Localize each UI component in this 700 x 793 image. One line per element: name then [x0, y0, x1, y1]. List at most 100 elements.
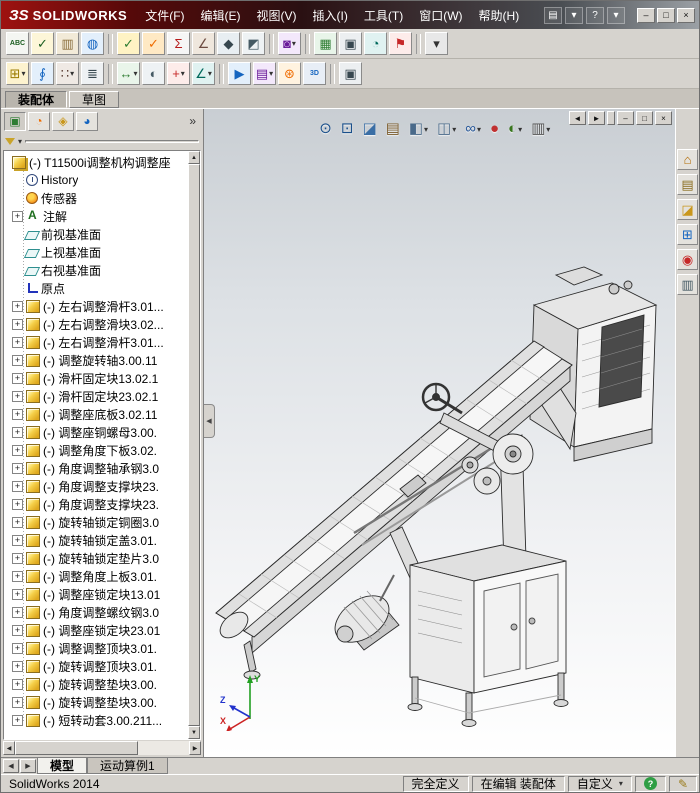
- expand-toggle[interactable]: +: [12, 426, 23, 438]
- expand-toggle[interactable]: +: [12, 696, 23, 708]
- expand-toggle[interactable]: +: [12, 210, 23, 222]
- expand-toggle[interactable]: +: [12, 678, 23, 690]
- expand-toggle[interactable]: +: [12, 606, 23, 618]
- zoom-to-area-button[interactable]: ⊡ ▾: [339, 119, 356, 139]
- exploded-view-button[interactable]: ⊛ ▾: [278, 62, 301, 85]
- dropdown-arrow-icon[interactable]: ▾: [21, 69, 25, 78]
- tree-item[interactable]: + 原点: [6, 279, 187, 297]
- help-menu-button[interactable]: ?: [586, 6, 604, 24]
- dropdown-arrow-icon[interactable]: ▾: [292, 39, 296, 48]
- tab-scroll-left-button[interactable]: ◀: [3, 759, 19, 773]
- measure-button[interactable]: ∠ ▾: [192, 32, 215, 55]
- dropdown-arrow-icon[interactable]: ▾: [208, 69, 212, 78]
- help-segment[interactable]: ?: [634, 775, 666, 792]
- compare-documents-button[interactable]: ▥ ▾: [56, 32, 79, 55]
- previous-document-button[interactable]: ◄: [569, 111, 586, 125]
- tree-item[interactable]: + (-) 调整角度上板3.01.: [6, 567, 187, 585]
- reference-geometry-button[interactable]: ∠ ▾: [192, 62, 215, 85]
- show-hidden-components-button[interactable]: ◐ ▾: [142, 62, 165, 85]
- tree-item[interactable]: + (-) 调整座锁定块13.01: [6, 585, 187, 603]
- toolbar-separator[interactable]: ▾: [330, 63, 335, 84]
- commandmanager-tab[interactable]: 装配体: [5, 91, 68, 108]
- new-window-button[interactable]: ▣ ▾: [339, 32, 362, 55]
- toolbar-separator[interactable]: ▾: [219, 63, 224, 84]
- expand-toggle[interactable]: +: [12, 336, 23, 348]
- assembly-features-button[interactable]: + ▾: [167, 62, 190, 85]
- 3d-content-central-button[interactable]: ◍ ▾: [81, 32, 104, 55]
- units-dropdown[interactable]: 自定义 ▾: [567, 775, 632, 792]
- check-feature-button[interactable]: ✓ ▾: [142, 32, 165, 55]
- view-orientation-button[interactable]: ◧ ▾: [407, 119, 430, 139]
- spacer[interactable]: [607, 111, 615, 125]
- tree-item[interactable]: + (-) 调整座锁定块23.01: [6, 621, 187, 639]
- expand-toggle[interactable]: +: [12, 534, 23, 546]
- propertymanager-tab[interactable]: ◔: [28, 111, 50, 131]
- mass-properties-button[interactable]: ◆ ▾: [217, 32, 240, 55]
- insert-components-button[interactable]: ⊞ ▾: [6, 62, 29, 85]
- doc-minimize-button[interactable]: –: [617, 111, 634, 125]
- scroll-down-icon[interactable]: ▼: [188, 726, 200, 739]
- panel-splitter-groove[interactable]: [25, 140, 199, 143]
- expand-toggle[interactable]: +: [12, 642, 23, 654]
- expand-toggle[interactable]: +: [12, 552, 23, 564]
- toolbar-separator[interactable]: ▾: [416, 33, 421, 54]
- expand-toggle[interactable]: +: [12, 408, 23, 420]
- equations-button[interactable]: Σ ▾: [167, 32, 190, 55]
- menu-item[interactable]: 帮助(H): [471, 1, 528, 29]
- large-assembly-mode-button[interactable]: ▣ ▾: [339, 62, 362, 85]
- minimize-button[interactable]: –: [637, 7, 655, 23]
- menu-item[interactable]: 窗口(W): [411, 1, 470, 29]
- task-pane-home-button[interactable]: ⌂: [677, 149, 698, 170]
- tree-item[interactable]: + History: [6, 171, 187, 189]
- toolbar-separator[interactable]: ▾: [269, 33, 274, 54]
- tree-vertical-scrollbar[interactable]: ▲ ▼: [188, 151, 200, 739]
- move-component-button[interactable]: ↔ ▾: [117, 62, 140, 85]
- hide-show-items-button[interactable]: ∞ ▾: [463, 119, 483, 139]
- section-properties-button[interactable]: ◩ ▾: [242, 32, 265, 55]
- scrollbar-thumb[interactable]: [15, 741, 138, 755]
- tree-item[interactable]: + (-) 调整角度下板3.02.: [6, 441, 187, 459]
- dropdown-arrow-icon[interactable]: ▾: [546, 125, 550, 134]
- dropdown-arrow-icon[interactable]: ▾: [452, 125, 456, 134]
- tree-item[interactable]: + (-) 旋转轴锁定盖3.01.: [6, 531, 187, 549]
- dropdown-arrow-icon[interactable]: ▾: [518, 125, 522, 134]
- help-dropdown[interactable]: ▾: [607, 6, 625, 24]
- dropdown-arrow-icon[interactable]: ▾: [181, 69, 185, 78]
- scroll-up-icon[interactable]: ▲: [188, 151, 200, 164]
- tab-scroll-right-button[interactable]: ▶: [20, 759, 36, 773]
- tree-item[interactable]: + (-) 滑杆固定块23.02.1: [6, 387, 187, 405]
- scroll-left-icon[interactable]: ◀: [3, 741, 15, 755]
- spell-check-button[interactable]: ABC ▾: [6, 32, 29, 55]
- tree-item[interactable]: + (-) 调整旋转轴3.00.11: [6, 351, 187, 369]
- tree-item[interactable]: + (-) 角度调整轴承钢3.0: [6, 459, 187, 477]
- displaymanager-tab[interactable]: ◕: [76, 111, 98, 131]
- expand-toggle[interactable]: +: [12, 300, 23, 312]
- new-motion-study-button[interactable]: ▶ ▾: [228, 62, 251, 85]
- section-view-button[interactable]: ◪ ▾: [360, 119, 378, 139]
- expand-toggle[interactable]: +: [12, 372, 23, 384]
- expand-toggle[interactable]: +: [12, 660, 23, 672]
- tree-item[interactable]: + 右视基准面: [6, 261, 187, 279]
- bill-of-materials-button[interactable]: ▤ ▾: [253, 62, 276, 85]
- dropdown-arrow-icon[interactable]: ▾: [477, 125, 481, 134]
- edit-appearance-button[interactable]: ● ▾: [488, 119, 501, 139]
- expand-toggle[interactable]: +: [12, 498, 23, 510]
- dropdown-arrow-icon[interactable]: ▾: [424, 125, 428, 134]
- graphics-viewport[interactable]: ⊙ ▾ ⊡ ▾ ◪ ▾ ▤ ▾: [204, 109, 675, 757]
- menu-item[interactable]: 文件(F): [137, 1, 192, 29]
- tree-item[interactable]: + (-) 左右调整滑杆3.01...: [6, 297, 187, 315]
- design-library-button[interactable]: ▤: [677, 174, 698, 195]
- tree-item[interactable]: + (-) 左右调整滑块3.02...: [6, 315, 187, 333]
- tree-item[interactable]: + (-) 角度调整支撑块23.: [6, 495, 187, 513]
- linear-component-pattern-button[interactable]: ∷ ▾: [56, 62, 79, 85]
- tree-item[interactable]: + (-) 角度调整支撑块23.: [6, 477, 187, 495]
- tree-item[interactable]: + (-) 调整调整顶块3.01.: [6, 639, 187, 657]
- new-document-dropdown[interactable]: ▾: [565, 6, 583, 24]
- tree-item[interactable]: + (-) 旋转调整垫块3.00.: [6, 675, 187, 693]
- zoom-to-fit-button[interactable]: ⊙ ▾: [317, 119, 334, 139]
- file-explorer-button[interactable]: ◪: [677, 199, 698, 220]
- expand-toggle[interactable]: +: [12, 462, 23, 474]
- tree-item[interactable]: + 注解: [6, 207, 187, 225]
- custom-properties-button[interactable]: ▥: [677, 274, 698, 295]
- apply-scene-button[interactable]: ◐ ▾: [506, 119, 524, 139]
